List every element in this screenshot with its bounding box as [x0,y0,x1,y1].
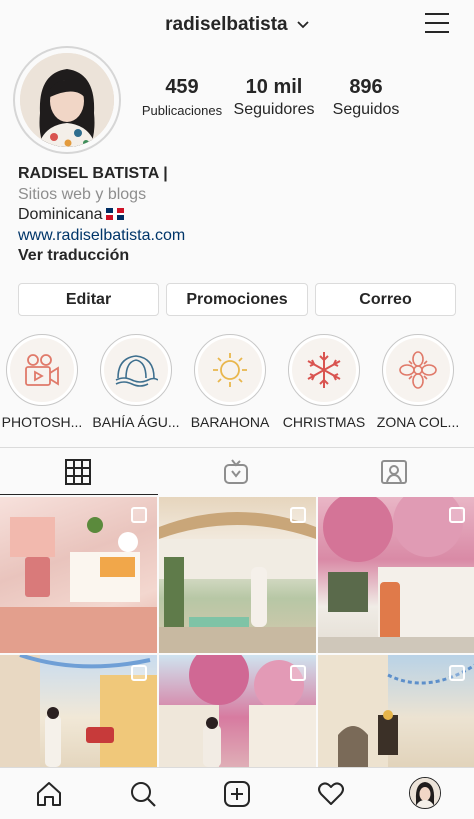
select-checkbox[interactable] [131,665,147,681]
highlight-zona-colonial[interactable]: ZONA COL... [370,334,466,430]
posts-count: 459 [165,76,199,98]
select-checkbox[interactable] [131,507,147,523]
select-checkbox[interactable] [449,507,465,523]
dominican-flag-icon [106,208,125,220]
sun-icon [213,353,247,387]
highlight-label: PHOTOSH... [1,414,83,430]
highlight-ring [382,334,454,406]
followers-label: Seguidores [233,101,315,118]
search-icon[interactable] [129,780,157,808]
stat-following[interactable]: 896 Seguidos [328,76,404,119]
bottom-navigation [0,767,474,819]
chevron-down-icon [297,21,309,29]
highlight-label: BARAHONA [190,414,270,430]
heart-icon[interactable] [317,780,345,808]
highlight-photoshop[interactable]: PHOTOSH... [0,334,90,430]
highlight-label: BAHÍA ÁGU... [92,414,180,430]
edit-profile-button[interactable]: Editar [18,283,159,316]
tagged-icon[interactable] [380,458,410,488]
highlight-ring [194,334,266,406]
stat-posts[interactable]: 459 Publicaciones [140,76,224,118]
select-checkbox[interactable] [290,665,306,681]
new-post-icon[interactable] [223,780,251,808]
flower-icon [399,351,437,389]
location: Dominicana [18,206,103,223]
location-line: Dominicana [18,205,185,226]
full-name: RADISEL BATISTA | [18,165,168,182]
beach-icon [115,355,158,387]
account-switcher[interactable]: radiselbatista [0,14,474,36]
following-label: Seguidos [332,101,400,118]
post-thumbnail[interactable] [0,497,157,653]
profile-avatar[interactable] [13,46,121,154]
following-count: 896 [349,76,383,98]
profile-avatar-icon[interactable] [409,777,441,809]
highlight-christmas[interactable]: CHRISTMAS [276,334,372,430]
highlight-ring [6,334,78,406]
camera-icon [25,354,59,386]
menu-icon[interactable] [425,13,449,35]
select-checkbox[interactable] [449,665,465,681]
highlight-label: CHRISTMAS [282,414,366,430]
snowflake-icon [307,352,341,388]
stat-followers[interactable]: 10 mil Seguidores [232,76,316,119]
website-link[interactable]: www.radiselbatista.com [18,226,185,247]
active-tab-indicator [0,494,158,495]
highlight-label: ZONA COL... [376,414,460,430]
select-checkbox[interactable] [290,507,306,523]
see-translation-link[interactable]: Ver traducción [18,246,185,267]
igtv-icon[interactable] [222,458,252,488]
highlight-barahona[interactable]: BARAHONA [182,334,278,430]
bio: RADISEL BATISTA | Sitios web y blogs Dom… [18,164,185,267]
highlight-bahia[interactable]: BAHÍA ÁGU... [88,334,184,430]
avatar-photo [20,53,114,147]
home-icon[interactable] [35,780,63,808]
posts-label: Publicaciones [141,103,223,118]
grid-icon[interactable] [64,458,94,488]
post-thumbnail[interactable] [159,497,316,653]
top-bar: radiselbatista [0,0,474,52]
followers-count: 10 mil [245,76,303,98]
post-thumbnail[interactable] [318,497,474,653]
highlight-ring [288,334,360,406]
profile-tabs [0,447,474,496]
email-button[interactable]: Correo [315,283,456,316]
category: Sitios web y blogs [18,185,147,203]
promotions-button[interactable]: Promociones [166,283,308,316]
post-grid [0,497,474,811]
highlight-ring [100,334,172,406]
username-label: radiselbatista [165,14,288,35]
